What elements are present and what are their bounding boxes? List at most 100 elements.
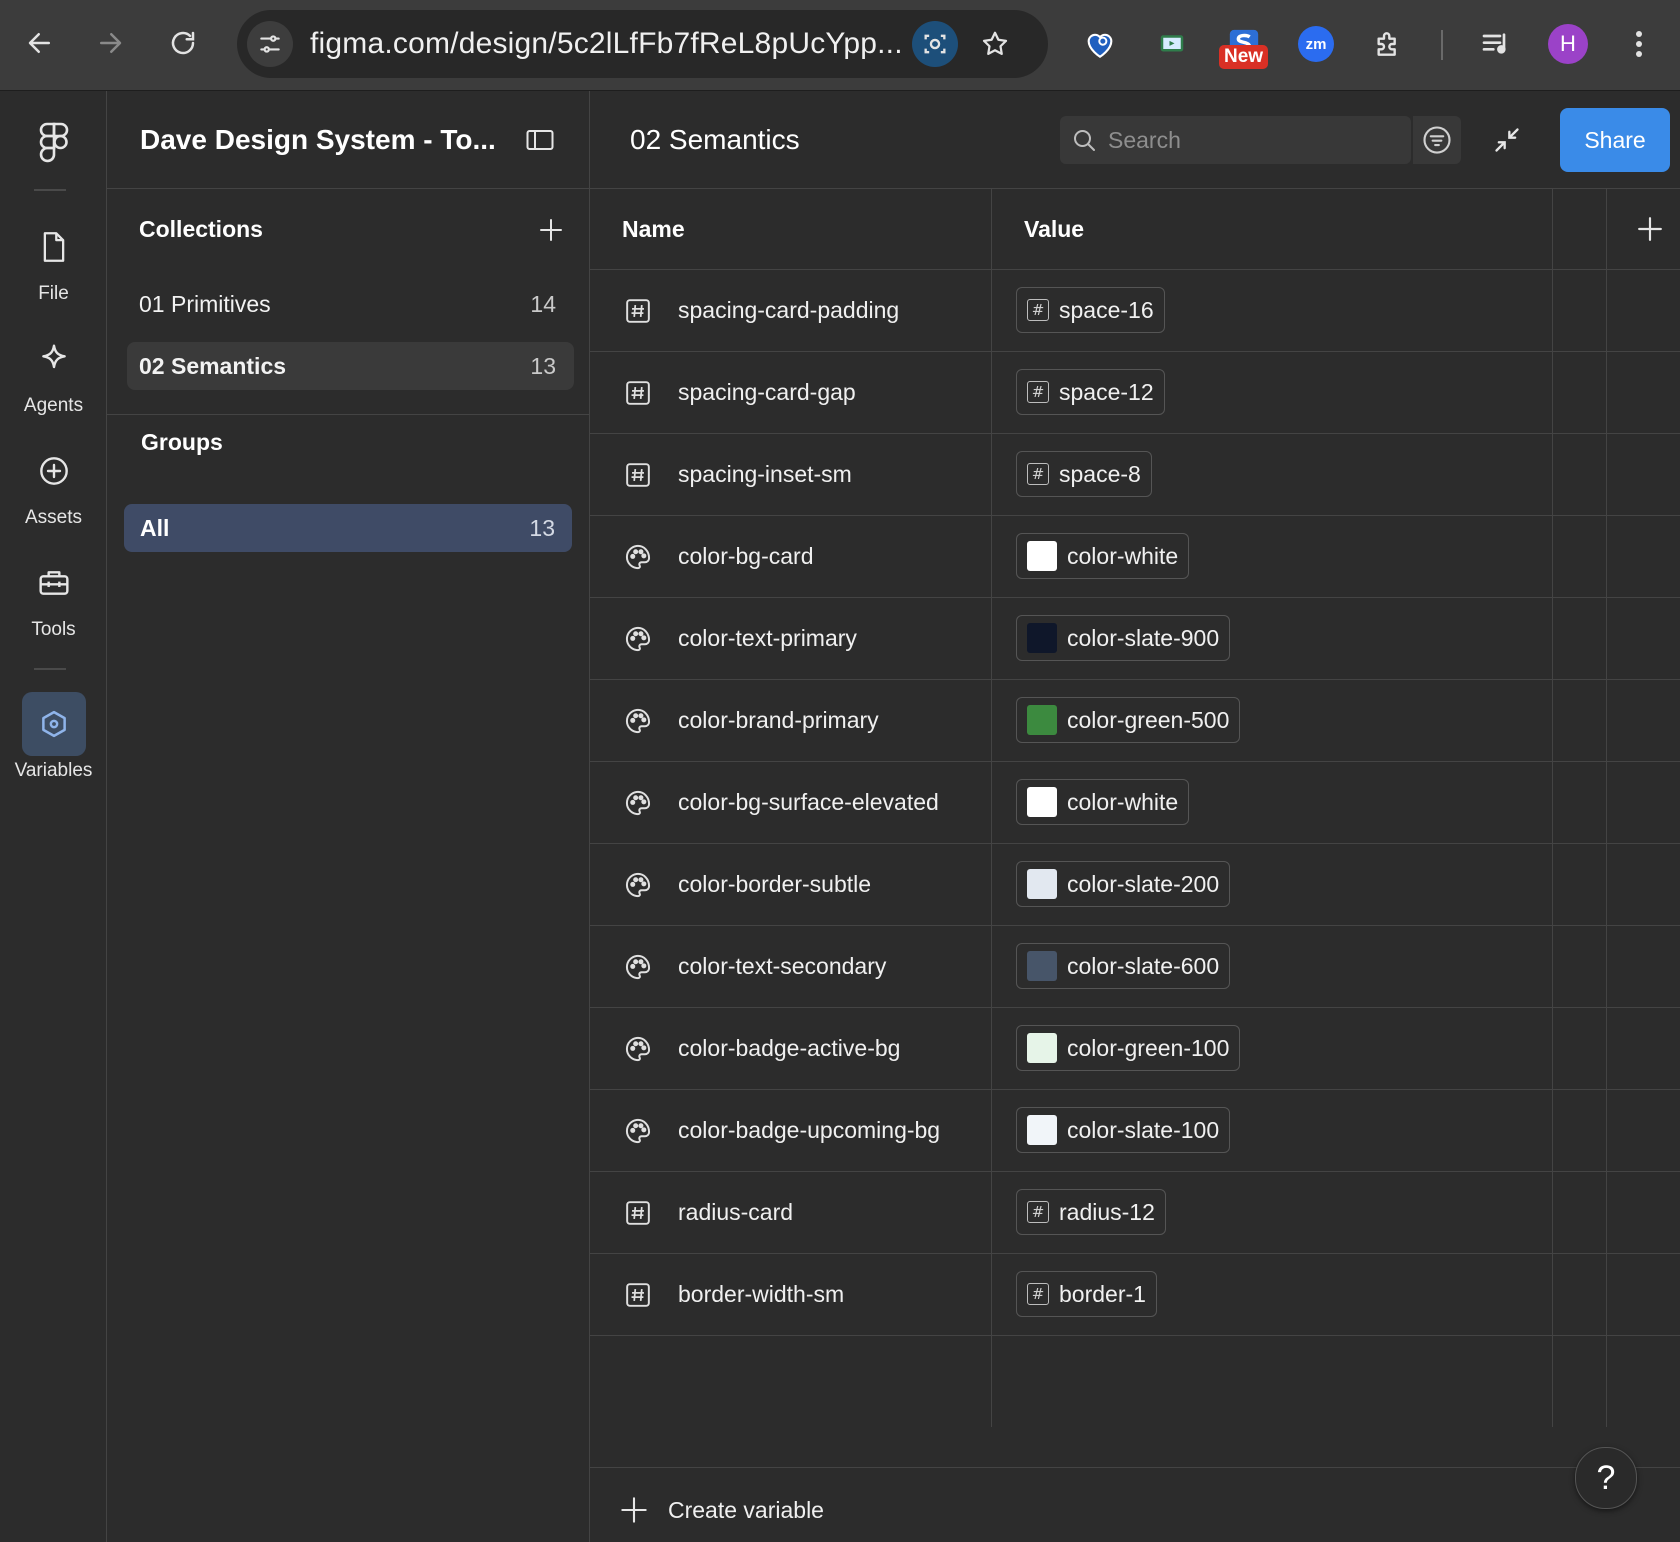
variable-name[interactable]: spacing-card-gap <box>678 352 856 432</box>
collapse-button[interactable] <box>1488 121 1526 159</box>
variable-value-alias[interactable]: color-green-500 <box>1016 697 1241 743</box>
variable-value-label: border-1 <box>1059 1280 1146 1307</box>
add-mode-button[interactable] <box>1630 209 1670 249</box>
variable-value-alias[interactable]: # border-1 <box>1016 1271 1157 1317</box>
rail-item-file[interactable]: File <box>0 215 107 305</box>
extension-heart-key[interactable] <box>1076 20 1124 68</box>
media-controls-button[interactable] <box>1472 20 1520 68</box>
column-header-value[interactable]: Value <box>1024 189 1084 269</box>
variable-row[interactable]: color-badge-upcoming-bg color-slate-100 <box>590 1090 1680 1172</box>
variable-value-alias[interactable]: color-green-100 <box>1016 1025 1241 1071</box>
extension-zoom[interactable]: zm <box>1292 20 1340 68</box>
variable-row[interactable]: color-badge-active-bg color-green-100 <box>590 1008 1680 1090</box>
rail-item-assets[interactable]: Assets <box>0 439 107 529</box>
color-palette-icon <box>624 1117 652 1145</box>
variable-name[interactable]: color-border-subtle <box>678 844 871 924</box>
variable-name[interactable]: color-text-primary <box>678 598 857 678</box>
variable-row[interactable]: color-bg-card color-white <box>590 516 1680 598</box>
variable-value-label: space-16 <box>1059 296 1154 323</box>
variable-row[interactable]: radius-card # radius-12 <box>590 1172 1680 1254</box>
variable-value-alias[interactable]: color-white <box>1016 779 1190 825</box>
collection-item-semantics[interactable]: 02 Semantics 13 <box>127 342 574 390</box>
filter-button[interactable] <box>1413 116 1461 164</box>
reload-button[interactable] <box>160 20 206 66</box>
variable-name[interactable]: border-width-sm <box>678 1254 844 1334</box>
variable-name[interactable]: spacing-card-padding <box>678 270 899 350</box>
variable-name[interactable]: radius-card <box>678 1172 793 1252</box>
column-header-name[interactable]: Name <box>622 189 685 269</box>
create-variable-button[interactable]: Create variable <box>620 1483 824 1537</box>
variable-value-alias[interactable]: # space-12 <box>1016 369 1165 415</box>
variable-name[interactable]: spacing-inset-sm <box>678 434 852 514</box>
site-settings-button[interactable] <box>247 21 293 67</box>
rail-item-label: Variables <box>14 760 93 781</box>
figma-logo-icon[interactable] <box>34 121 74 165</box>
variable-row[interactable]: color-border-subtle color-slate-200 <box>590 844 1680 926</box>
variable-row[interactable]: color-brand-primary color-green-500 <box>590 680 1680 762</box>
variable-value-alias[interactable]: color-white <box>1016 533 1190 579</box>
variable-row[interactable]: color-text-secondary color-slate-600 <box>590 926 1680 1008</box>
add-collection-button[interactable] <box>533 212 569 248</box>
variable-row[interactable]: color-text-primary color-slate-900 <box>590 598 1680 680</box>
search-input[interactable]: Search <box>1060 116 1411 164</box>
variable-row[interactable]: spacing-card-gap # space-12 <box>590 352 1680 434</box>
screenshot-lens-button[interactable] <box>912 21 958 67</box>
variable-value-alias[interactable]: color-slate-200 <box>1016 861 1231 907</box>
variable-name[interactable]: color-bg-card <box>678 516 814 596</box>
variable-value-alias[interactable]: # space-16 <box>1016 287 1165 333</box>
rail-divider <box>34 189 66 191</box>
collection-count: 14 <box>530 290 556 317</box>
variable-name[interactable]: color-bg-surface-elevated <box>678 762 939 842</box>
file-title[interactable]: Dave Design System - To... <box>140 91 496 189</box>
variable-name[interactable]: color-badge-active-bg <box>678 1008 900 1088</box>
playlist-icon <box>1482 33 1506 54</box>
toolbox-icon <box>22 551 86 615</box>
number-hash-icon: # <box>1027 463 1049 485</box>
forward-button[interactable] <box>87 20 133 66</box>
variable-value-label: color-slate-100 <box>1067 1116 1220 1143</box>
variable-value-alias[interactable]: color-slate-100 <box>1016 1107 1231 1153</box>
variable-row[interactable]: border-width-sm # border-1 <box>590 1254 1680 1336</box>
variable-value-alias[interactable]: # radius-12 <box>1016 1189 1166 1235</box>
url-text[interactable]: figma.com/design/5c2lLfFb7fReL8pUcYpp... <box>310 10 903 78</box>
group-item-all[interactable]: All 13 <box>124 504 572 552</box>
share-button[interactable]: Share <box>1560 108 1670 172</box>
variable-value-alias[interactable]: # space-8 <box>1016 451 1152 497</box>
variable-name[interactable]: color-badge-upcoming-bg <box>678 1090 940 1170</box>
variable-value-label: radius-12 <box>1059 1198 1155 1225</box>
search-placeholder: Search <box>1108 127 1181 153</box>
rail-item-label: File <box>38 283 69 304</box>
star-icon <box>982 31 1008 55</box>
collapse-arrows-icon <box>1495 128 1519 152</box>
rail-item-tools[interactable]: Tools <box>0 551 107 641</box>
kebab-menu-icon <box>1636 31 1642 57</box>
variable-name[interactable]: color-brand-primary <box>678 680 879 760</box>
extensions-button[interactable] <box>1364 20 1412 68</box>
variable-value-alias[interactable]: color-slate-600 <box>1016 943 1231 989</box>
color-palette-icon <box>624 871 652 899</box>
variable-value-alias[interactable]: color-slate-900 <box>1016 615 1231 661</box>
address-bar[interactable]: figma.com/design/5c2lLfFb7fReL8pUcYpp... <box>237 10 1048 78</box>
number-hash-icon <box>624 379 652 407</box>
rail-item-variables[interactable]: Variables <box>0 692 107 782</box>
variable-row[interactable]: spacing-inset-sm # space-8 <box>590 434 1680 516</box>
rail-item-agents[interactable]: Agents <box>0 327 107 417</box>
collection-item-primitives[interactable]: 01 Primitives 14 <box>127 280 574 328</box>
file-icon <box>22 215 86 279</box>
number-hash-icon: # <box>1027 381 1049 403</box>
variable-row[interactable]: color-bg-surface-elevated color-white <box>590 762 1680 844</box>
help-button[interactable]: ? <box>1575 1447 1637 1509</box>
back-button[interactable] <box>17 20 63 66</box>
color-swatch <box>1027 623 1057 653</box>
profile-avatar[interactable]: H <box>1548 24 1588 64</box>
bookmark-button[interactable] <box>972 21 1018 67</box>
color-swatch <box>1027 541 1057 571</box>
extension-video[interactable] <box>1148 20 1196 68</box>
browser-menu-button[interactable] <box>1615 20 1663 68</box>
toggle-sidebar-button[interactable] <box>523 123 557 157</box>
variable-value-label: color-white <box>1067 542 1179 569</box>
variable-row[interactable]: spacing-card-padding # space-16 <box>590 270 1680 352</box>
variable-name[interactable]: color-text-secondary <box>678 926 886 1006</box>
forward-arrow-icon <box>100 33 122 53</box>
color-palette-icon <box>624 789 652 817</box>
